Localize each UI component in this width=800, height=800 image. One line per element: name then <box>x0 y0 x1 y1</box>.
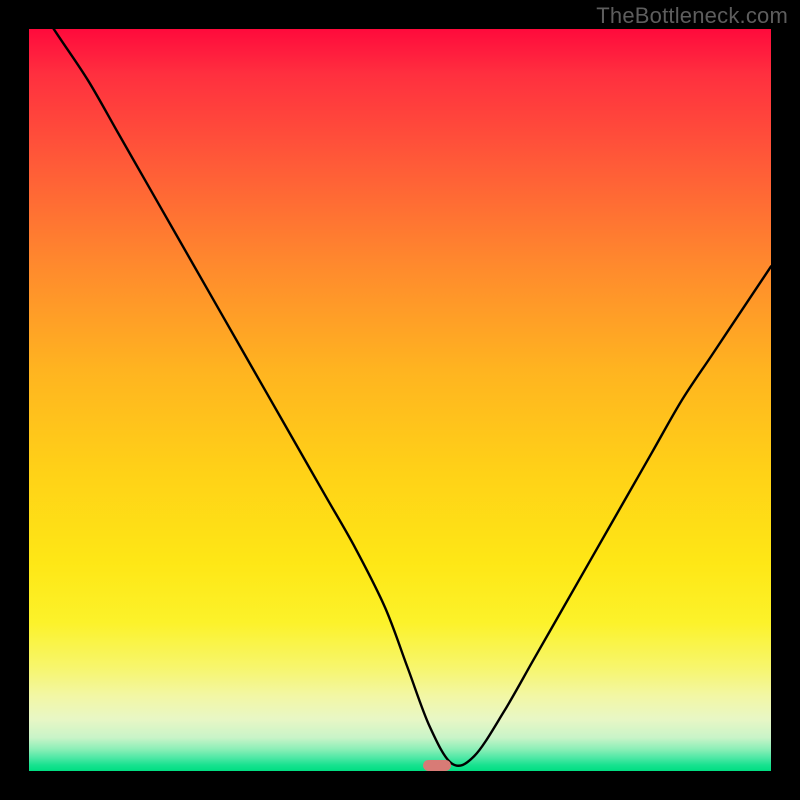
plot-area <box>29 29 771 771</box>
optimal-point-marker <box>423 760 450 771</box>
watermark-text: TheBottleneck.com <box>596 3 788 29</box>
bottleneck-curve <box>29 29 771 766</box>
curve-layer <box>29 29 771 771</box>
chart-frame: TheBottleneck.com <box>0 0 800 800</box>
